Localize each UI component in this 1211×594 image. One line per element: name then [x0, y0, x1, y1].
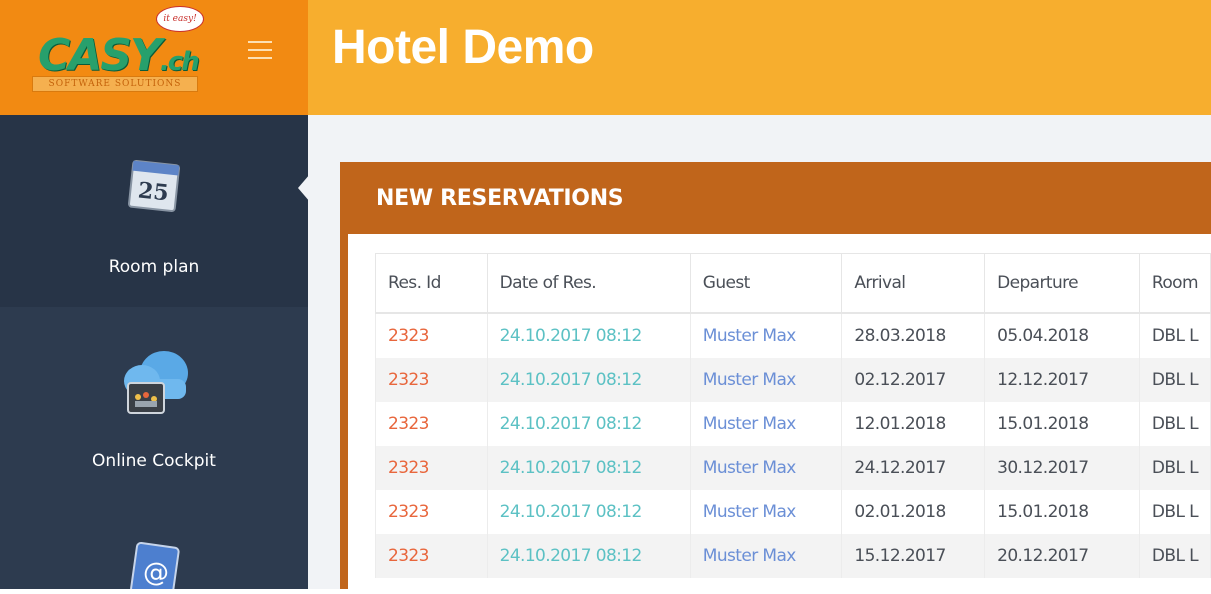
column-header-room[interactable]: Room	[1138, 253, 1211, 314]
reservations-table: Res. Id Date of Res. Guest Arrival Depar…	[375, 253, 1211, 578]
departure-date: 12.12.2017	[984, 358, 1140, 402]
table-header-row: Res. Id Date of Res. Guest Arrival Depar…	[375, 253, 1211, 314]
res-id-link[interactable]: 2323	[375, 313, 488, 358]
departure-date: 20.12.2017	[984, 534, 1140, 578]
table-row[interactable]: 2323 24.10.2017 08:12 Muster Max 12.01.2…	[375, 402, 1211, 446]
main-content: NEW RESERVATIONS Res. Id Date of Res. Gu…	[308, 115, 1211, 589]
guest-link[interactable]: Muster Max	[689, 358, 843, 402]
casy-logo[interactable]: CASY.ch SOFTWARE SOLUTIONS it easy!	[32, 6, 204, 94]
sidebar-item-label: Room plan	[108, 257, 200, 277]
logo-brand-name: CASY	[38, 30, 162, 81]
res-id-link[interactable]: 2323	[375, 534, 488, 578]
res-id-link[interactable]: 2323	[375, 358, 488, 402]
sidebar: 25 Room plan Online Cockpit @	[0, 115, 308, 594]
column-header-departure[interactable]: Departure	[984, 253, 1140, 314]
panel-body: Res. Id Date of Res. Guest Arrival Depar…	[348, 234, 1211, 589]
departure-date: 15.01.2018	[984, 490, 1140, 534]
logo-bubble: it easy!	[156, 6, 204, 32]
calendar-icon: 25	[125, 155, 183, 215]
hamburger-menu-icon[interactable]	[248, 38, 272, 62]
logo-tagline: SOFTWARE SOLUTIONS	[32, 76, 198, 92]
room-type: DBL L	[1138, 402, 1211, 446]
reservation-date: 24.10.2017 08:12	[486, 313, 691, 358]
email-icon: @	[124, 539, 184, 594]
new-reservations-panel: NEW RESERVATIONS Res. Id Date of Res. Gu…	[340, 162, 1211, 589]
column-header-arrival[interactable]: Arrival	[841, 253, 986, 314]
departure-date: 05.04.2018	[984, 313, 1140, 358]
calendar-day: 25	[137, 177, 170, 206]
table-row[interactable]: 2323 24.10.2017 08:12 Muster Max 24.12.2…	[375, 446, 1211, 490]
table-row[interactable]: 2323 24.10.2017 08:12 Muster Max 15.12.2…	[375, 534, 1211, 578]
arrival-date: 02.12.2017	[841, 358, 986, 402]
sidebar-item-room-plan[interactable]: 25 Room plan	[0, 115, 308, 307]
column-header-res-id[interactable]: Res. Id	[375, 253, 488, 314]
table-row[interactable]: 2323 24.10.2017 08:12 Muster Max 02.01.2…	[375, 490, 1211, 534]
guest-link[interactable]: Muster Max	[689, 490, 843, 534]
column-header-guest[interactable]: Guest	[689, 253, 843, 314]
room-type: DBL L	[1138, 446, 1211, 490]
page-title: Hotel Demo	[332, 21, 594, 74]
table-row[interactable]: 2323 24.10.2017 08:12 Muster Max 02.12.2…	[375, 358, 1211, 402]
arrival-date: 15.12.2017	[841, 534, 986, 578]
panel-title: NEW RESERVATIONS	[376, 186, 624, 211]
guest-link[interactable]: Muster Max	[689, 313, 843, 358]
guest-link[interactable]: Muster Max	[689, 534, 843, 578]
room-type: DBL L	[1138, 534, 1211, 578]
cloud-cockpit-icon	[114, 339, 194, 419]
guest-link[interactable]: Muster Max	[689, 402, 843, 446]
sidebar-item-label: Online Cockpit	[92, 451, 216, 471]
departure-date: 30.12.2017	[984, 446, 1140, 490]
logo-tld: .ch	[159, 47, 200, 77]
sidebar-item-online-cockpit[interactable]: Online Cockpit	[0, 307, 308, 505]
column-header-date[interactable]: Date of Res.	[486, 253, 691, 314]
res-id-link[interactable]: 2323	[375, 490, 488, 534]
room-type: DBL L	[1138, 490, 1211, 534]
reservation-date: 24.10.2017 08:12	[486, 358, 691, 402]
reservation-date: 24.10.2017 08:12	[486, 534, 691, 578]
res-id-link[interactable]: 2323	[375, 446, 488, 490]
arrival-date: 12.01.2018	[841, 402, 986, 446]
table-row[interactable]: 2323 24.10.2017 08:12 Muster Max 28.03.2…	[375, 313, 1211, 358]
active-item-caret	[298, 174, 310, 202]
room-type: DBL L	[1138, 313, 1211, 358]
svg-text:@: @	[143, 558, 169, 588]
res-id-link[interactable]: 2323	[375, 402, 488, 446]
arrival-date: 24.12.2017	[841, 446, 986, 490]
guest-link[interactable]: Muster Max	[689, 446, 843, 490]
reservation-date: 24.10.2017 08:12	[486, 490, 691, 534]
arrival-date: 28.03.2018	[841, 313, 986, 358]
logo-area: CASY.ch SOFTWARE SOLUTIONS it easy!	[0, 0, 308, 115]
logo-brand: CASY.ch	[38, 30, 200, 81]
room-type: DBL L	[1138, 358, 1211, 402]
sidebar-item-email[interactable]: @	[0, 505, 308, 594]
reservation-date: 24.10.2017 08:12	[486, 402, 691, 446]
departure-date: 15.01.2018	[984, 402, 1140, 446]
arrival-date: 02.01.2018	[841, 490, 986, 534]
header-bar: Hotel Demo	[308, 0, 1211, 115]
reservation-date: 24.10.2017 08:12	[486, 446, 691, 490]
